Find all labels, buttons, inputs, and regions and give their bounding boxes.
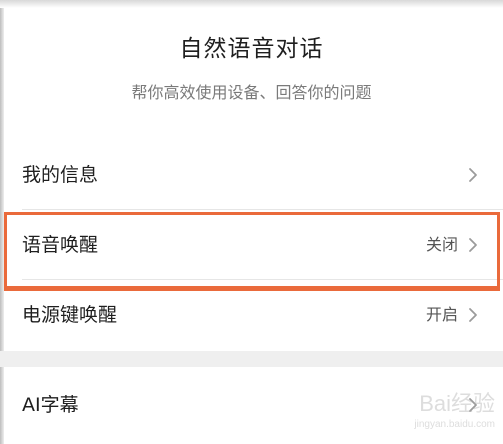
settings-group-main: 我的信息 语音唤醒 关闭 电源键唤醒 开启: [5, 140, 503, 350]
screen-top-edge: [0, 0, 503, 8]
settings-row-value: 关闭: [425, 235, 458, 254]
chevron-right-icon: [469, 308, 477, 322]
settings-group-secondary: AI字幕: [5, 370, 503, 440]
section-gap: [0, 351, 503, 367]
page-title: 自然语音对话: [179, 36, 324, 62]
settings-row-power-key-wakeup[interactable]: 电源键唤醒 开启: [5, 280, 503, 350]
chevron-right-icon: [469, 238, 477, 252]
chevron-right-icon: [469, 168, 477, 182]
settings-row-my-info[interactable]: 我的信息: [5, 140, 503, 210]
settings-row-ai-subtitles[interactable]: AI字幕: [5, 370, 503, 440]
screen-left-edge: [0, 0, 4, 444]
settings-row-label: 我的信息: [22, 164, 99, 186]
settings-row-label: 电源键唤醒: [22, 304, 118, 326]
settings-row-voice-wakeup[interactable]: 语音唤醒 关闭: [5, 210, 503, 280]
chevron-right-icon: [469, 398, 477, 412]
page-subtitle: 帮你高效使用设备、回答你的问题: [131, 83, 372, 102]
settings-screen: 自然语音对话 帮你高效使用设备、回答你的问题 我的信息 语音唤醒 关闭 电源键唤…: [0, 0, 503, 444]
settings-row-value: 开启: [425, 305, 458, 324]
settings-row-label: AI字幕: [22, 394, 79, 416]
settings-row-label: 语音唤醒: [22, 234, 99, 256]
